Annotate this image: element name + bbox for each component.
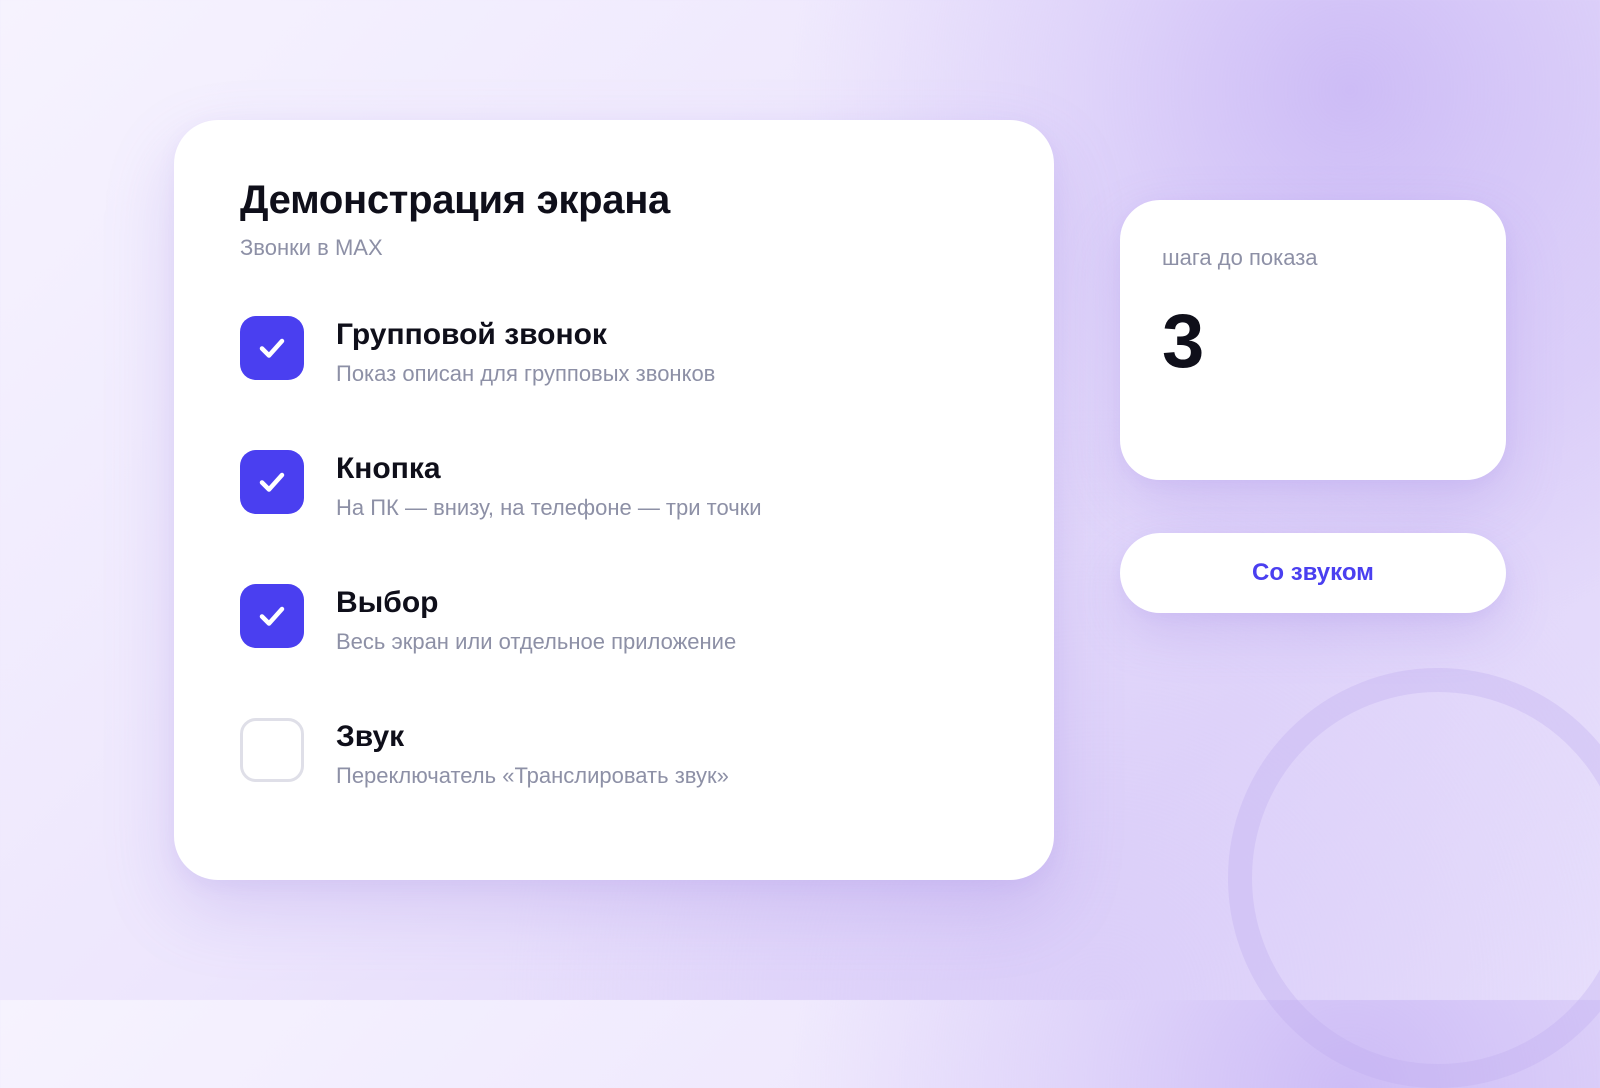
- checklist-item-text: Групповой звонок Показ описан для группо…: [336, 316, 715, 388]
- checklist-item-text: Кнопка На ПК — внизу, на телефоне — три …: [336, 450, 762, 522]
- checklist-item-description: Переключатель «Транслировать звук»: [336, 763, 729, 788]
- checklist-item-title: Кнопка: [336, 452, 441, 485]
- checkbox-button[interactable]: [240, 450, 304, 514]
- checkbox-sound[interactable]: [240, 718, 304, 782]
- card-title: Демонстрация экрана: [240, 178, 671, 222]
- screen-share-checklist-card: Демонстрация экрана Звонки в MAX Группов…: [174, 120, 1054, 880]
- checkbox-choice[interactable]: [240, 584, 304, 648]
- checklist-item-sound[interactable]: Звук Переключатель «Транслировать звук»: [240, 718, 988, 852]
- steps-label: шага до показа: [1162, 245, 1318, 270]
- checklist-item-title: Выбор: [336, 586, 439, 619]
- checkmark-icon: [259, 338, 285, 358]
- steps-remaining-card: шага до показа 3: [1120, 200, 1506, 480]
- checklist-item-title: Звук: [336, 720, 405, 753]
- checklist-item-description: Показ описан для групповых звонков: [336, 361, 716, 386]
- with-sound-button[interactable]: Со звуком: [1120, 533, 1506, 613]
- checklist-item-text: Выбор Весь экран или отдельное приложени…: [336, 584, 736, 656]
- card-subtitle: Звонки в MAX: [240, 235, 383, 260]
- checkmark-icon: [259, 606, 285, 626]
- steps-count: 3: [1162, 299, 1205, 384]
- checklist-item-description: На ПК — внизу, на телефоне — три точки: [336, 495, 762, 520]
- checkmark-icon: [259, 472, 285, 492]
- checklist-item-description: Весь экран или отдельное приложение: [336, 629, 737, 654]
- checklist-item-button[interactable]: Кнопка На ПК — внизу, на телефоне — три …: [240, 450, 988, 584]
- checklist-item-group-call[interactable]: Групповой звонок Показ описан для группо…: [240, 316, 988, 450]
- checkbox-group-call[interactable]: [240, 316, 304, 380]
- decorative-ring: [1228, 668, 1600, 1088]
- checklist-item-text: Звук Переключатель «Транслировать звук»: [336, 718, 729, 790]
- checklist: Групповой звонок Показ описан для группо…: [240, 316, 988, 852]
- checklist-item-choice[interactable]: Выбор Весь экран или отдельное приложени…: [240, 584, 988, 718]
- checklist-item-title: Групповой звонок: [336, 318, 607, 351]
